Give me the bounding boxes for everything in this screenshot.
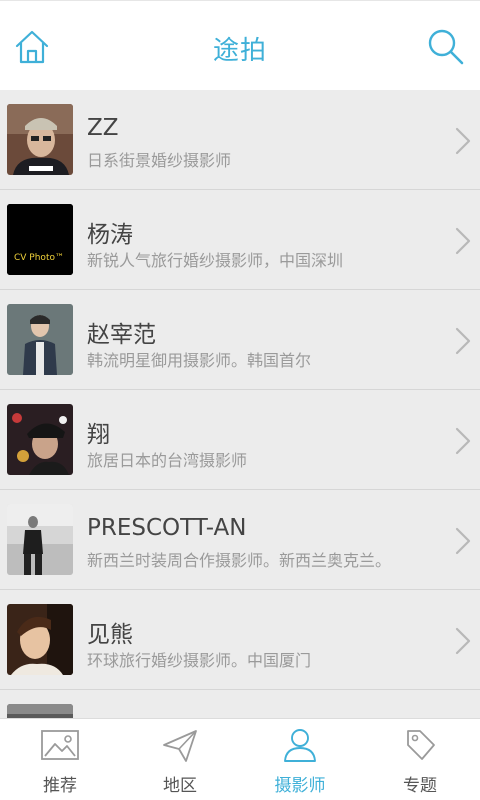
list-item[interactable]: 见熊 环球旅行婚纱摄影师。中国厦门 bbox=[0, 590, 480, 690]
photographer-list[interactable]: ZZ 日系街景婚纱摄影师 CV Photo™ 杨涛 新锐人气旅行婚纱摄影师，中国… bbox=[0, 90, 480, 718]
avatar bbox=[7, 404, 73, 475]
search-icon bbox=[428, 29, 464, 65]
photographer-desc: 环球旅行婚纱摄影师。中国厦门 bbox=[87, 651, 312, 670]
app-header: 途拍 bbox=[0, 0, 480, 90]
avatar bbox=[7, 304, 73, 375]
chevron-right-icon bbox=[455, 427, 471, 455]
image-icon bbox=[41, 730, 79, 760]
avatar-logo-text: CV Photo™ bbox=[14, 253, 64, 263]
bottom-tab-bar: 推荐 地区 摄影师 专题 bbox=[0, 718, 480, 800]
chevron-right-icon bbox=[455, 327, 471, 355]
photographer-name: 见熊 bbox=[87, 622, 133, 648]
person-icon bbox=[284, 729, 316, 762]
photographer-name: 杨涛 bbox=[87, 222, 133, 248]
list-item[interactable] bbox=[0, 690, 480, 718]
page-title: 途拍 bbox=[212, 36, 267, 66]
avatar bbox=[7, 104, 73, 175]
tab-recommend[interactable]: 推荐 bbox=[0, 719, 120, 800]
list-item[interactable]: 翔 旅居日本的台湾摄影师 bbox=[0, 390, 480, 490]
avatar bbox=[7, 604, 73, 675]
avatar bbox=[7, 704, 73, 718]
chevron-right-icon bbox=[455, 527, 471, 555]
photographer-desc: 日系街景婚纱摄影师 bbox=[87, 151, 232, 170]
chevron-right-icon bbox=[455, 227, 471, 255]
photographer-desc: 新西兰时装周合作摄影师。新西兰奥克兰。 bbox=[87, 551, 392, 570]
avatar: CV Photo™ bbox=[7, 204, 73, 275]
tab-photographers[interactable]: 摄影师 bbox=[240, 719, 360, 800]
list-item[interactable]: ZZ 日系街景婚纱摄影师 bbox=[0, 90, 480, 190]
tab-label: 地区 bbox=[163, 776, 197, 796]
photographer-name: PRESCOTT-AN bbox=[87, 515, 247, 541]
tag-icon bbox=[407, 730, 435, 760]
photographer-name: 赵宰范 bbox=[87, 322, 156, 348]
photographer-name: 翔 bbox=[87, 422, 110, 448]
chevron-right-icon bbox=[455, 627, 471, 655]
avatar bbox=[7, 504, 73, 575]
tab-region[interactable]: 地区 bbox=[120, 719, 240, 800]
tab-topics[interactable]: 专题 bbox=[360, 719, 480, 800]
search-button[interactable] bbox=[426, 27, 466, 67]
list-item[interactable]: CV Photo™ 杨涛 新锐人气旅行婚纱摄影师，中国深圳 bbox=[0, 190, 480, 290]
photographer-desc: 旅居日本的台湾摄影师 bbox=[87, 451, 248, 470]
photographer-name: ZZ bbox=[87, 115, 119, 141]
photographer-desc: 新锐人气旅行婚纱摄影师，中国深圳 bbox=[87, 251, 344, 270]
paper-plane-icon bbox=[163, 730, 197, 762]
list-item[interactable]: 赵宰范 韩流明星御用摄影师。韩国首尔 bbox=[0, 290, 480, 390]
list-item[interactable]: PRESCOTT-AN 新西兰时装周合作摄影师。新西兰奥克兰。 bbox=[0, 490, 480, 590]
tab-label: 推荐 bbox=[43, 776, 77, 796]
tab-label: 摄影师 bbox=[274, 776, 326, 796]
photographer-desc: 韩流明星御用摄影师。韩国首尔 bbox=[87, 351, 312, 370]
tab-label: 专题 bbox=[403, 776, 437, 796]
chevron-right-icon bbox=[455, 127, 471, 155]
